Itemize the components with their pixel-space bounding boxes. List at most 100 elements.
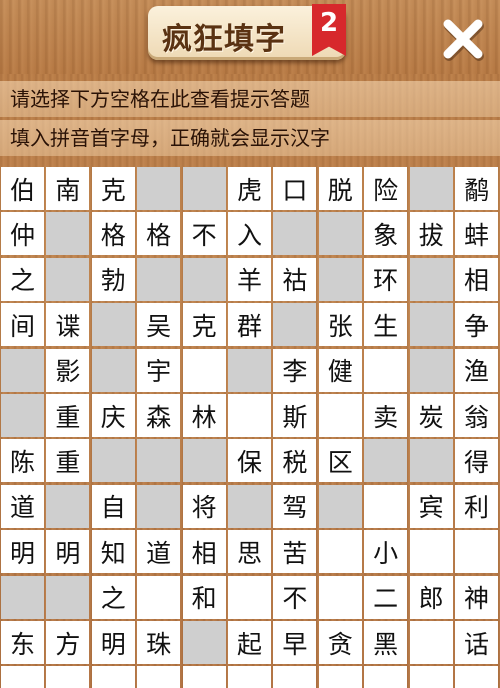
answer-cell[interactable]: 羊 bbox=[228, 257, 271, 301]
answer-cell[interactable]: 虎 bbox=[228, 167, 271, 210]
answer-cell-blank[interactable] bbox=[228, 666, 271, 688]
answer-cell[interactable]: 二 bbox=[364, 575, 408, 619]
answer-cell-blank[interactable] bbox=[364, 666, 408, 688]
answer-cell-blank[interactable] bbox=[318, 394, 362, 437]
answer-cell[interactable]: 得 bbox=[455, 439, 498, 483]
answer-cell[interactable]: 仲 bbox=[1, 212, 44, 256]
answer-cell[interactable]: 脱 bbox=[318, 167, 362, 210]
answer-cell-blank[interactable] bbox=[46, 666, 90, 688]
answer-cell-blank[interactable] bbox=[228, 394, 271, 437]
answer-cell[interactable]: 陈 bbox=[1, 439, 44, 483]
answer-cell[interactable]: 健 bbox=[318, 348, 362, 392]
answer-cell[interactable]: 生 bbox=[364, 303, 408, 347]
answer-cell-blank[interactable] bbox=[364, 348, 408, 392]
answer-cell[interactable]: 口 bbox=[273, 167, 317, 210]
answer-cell[interactable]: 格 bbox=[137, 212, 181, 256]
answer-cell[interactable]: 群 bbox=[228, 303, 271, 347]
answer-cell[interactable]: 利 bbox=[455, 484, 498, 528]
answer-cell[interactable]: 张 bbox=[318, 303, 362, 347]
answer-cell[interactable]: 重 bbox=[46, 439, 90, 483]
answer-cell[interactable]: 林 bbox=[182, 394, 226, 437]
answer-cell[interactable]: 宾 bbox=[409, 484, 453, 528]
answer-cell[interactable]: 入 bbox=[228, 212, 271, 256]
answer-cell[interactable]: 间 bbox=[1, 303, 44, 347]
answer-cell[interactable]: 黑 bbox=[364, 621, 408, 664]
answer-cell-blank[interactable] bbox=[409, 666, 453, 688]
answer-cell[interactable]: 神 bbox=[455, 575, 498, 619]
answer-cell[interactable]: 郎 bbox=[409, 575, 453, 619]
answer-cell[interactable]: 克 bbox=[91, 167, 135, 210]
answer-cell[interactable]: 险 bbox=[364, 167, 408, 210]
answer-cell[interactable]: 思 bbox=[228, 530, 271, 574]
answer-cell-blank[interactable] bbox=[137, 666, 181, 688]
answer-cell[interactable]: 蚌 bbox=[455, 212, 498, 256]
answer-cell[interactable]: 之 bbox=[91, 575, 135, 619]
answer-cell[interactable]: 知 bbox=[91, 530, 135, 574]
answer-cell-blank[interactable] bbox=[318, 575, 362, 619]
answer-cell-blank[interactable] bbox=[182, 666, 226, 688]
close-button[interactable] bbox=[438, 14, 488, 64]
answer-cell[interactable]: 克 bbox=[182, 303, 226, 347]
answer-cell[interactable]: 炭 bbox=[409, 394, 453, 437]
answer-cell[interactable]: 道 bbox=[137, 530, 181, 574]
answer-cell[interactable]: 影 bbox=[46, 348, 90, 392]
answer-cell[interactable]: 税 bbox=[273, 439, 317, 483]
answer-cell-blank[interactable] bbox=[409, 621, 453, 664]
answer-cell[interactable]: 明 bbox=[46, 530, 90, 574]
answer-cell[interactable]: 宇 bbox=[137, 348, 181, 392]
answer-cell[interactable]: 相 bbox=[182, 530, 226, 574]
answer-cell[interactable]: 和 bbox=[182, 575, 226, 619]
answer-cell[interactable]: 渔 bbox=[455, 348, 498, 392]
answer-cell[interactable]: 翁 bbox=[455, 394, 498, 437]
answer-cell[interactable]: 勃 bbox=[91, 257, 135, 301]
answer-cell[interactable]: 祜 bbox=[273, 257, 317, 301]
answer-cell[interactable]: 东 bbox=[1, 621, 44, 664]
answer-cell[interactable]: 驾 bbox=[273, 484, 317, 528]
answer-cell[interactable]: 小 bbox=[364, 530, 408, 574]
answer-cell[interactable]: 保 bbox=[228, 439, 271, 483]
answer-cell[interactable]: 斯 bbox=[273, 394, 317, 437]
answer-cell[interactable]: 相 bbox=[455, 257, 498, 301]
answer-cell[interactable]: 将 bbox=[182, 484, 226, 528]
answer-cell[interactable]: 南 bbox=[46, 167, 90, 210]
answer-cell[interactable]: 苦 bbox=[273, 530, 317, 574]
answer-cell[interactable]: 吴 bbox=[137, 303, 181, 347]
answer-cell[interactable]: 明 bbox=[1, 530, 44, 574]
answer-cell[interactable]: 卖 bbox=[364, 394, 408, 437]
answer-cell[interactable]: 话 bbox=[455, 621, 498, 664]
answer-cell[interactable]: 环 bbox=[364, 257, 408, 301]
answer-cell[interactable]: 自 bbox=[91, 484, 135, 528]
answer-cell-blank[interactable] bbox=[1, 666, 44, 688]
answer-cell[interactable]: 伯 bbox=[1, 167, 44, 210]
answer-cell-blank[interactable] bbox=[182, 348, 226, 392]
answer-cell-blank[interactable] bbox=[318, 666, 362, 688]
answer-cell-blank[interactable] bbox=[455, 666, 498, 688]
answer-cell-blank[interactable] bbox=[137, 575, 181, 619]
answer-cell-blank[interactable] bbox=[364, 484, 408, 528]
answer-cell-blank[interactable] bbox=[228, 575, 271, 619]
answer-cell[interactable]: 象 bbox=[364, 212, 408, 256]
answer-cell[interactable]: 鹬 bbox=[455, 167, 498, 210]
answer-cell[interactable]: 珠 bbox=[137, 621, 181, 664]
answer-cell-blank[interactable] bbox=[318, 530, 362, 574]
answer-cell[interactable]: 格 bbox=[91, 212, 135, 256]
answer-cell[interactable]: 谍 bbox=[46, 303, 90, 347]
answer-cell-blank[interactable] bbox=[91, 666, 135, 688]
answer-cell-blank[interactable] bbox=[455, 530, 498, 574]
answer-cell[interactable]: 贪 bbox=[318, 621, 362, 664]
answer-cell-blank[interactable] bbox=[273, 666, 317, 688]
answer-cell[interactable]: 起 bbox=[228, 621, 271, 664]
answer-cell[interactable]: 庆 bbox=[91, 394, 135, 437]
answer-cell[interactable]: 重 bbox=[46, 394, 90, 437]
answer-cell[interactable]: 李 bbox=[273, 348, 317, 392]
answer-cell[interactable]: 争 bbox=[455, 303, 498, 347]
answer-cell[interactable]: 之 bbox=[1, 257, 44, 301]
answer-cell[interactable]: 不 bbox=[273, 575, 317, 619]
answer-cell-blank[interactable] bbox=[409, 530, 453, 574]
answer-cell[interactable]: 森 bbox=[137, 394, 181, 437]
answer-cell[interactable]: 明 bbox=[91, 621, 135, 664]
answer-cell[interactable]: 不 bbox=[182, 212, 226, 256]
answer-cell[interactable]: 方 bbox=[46, 621, 90, 664]
answer-cell[interactable]: 区 bbox=[318, 439, 362, 483]
answer-cell[interactable]: 早 bbox=[273, 621, 317, 664]
